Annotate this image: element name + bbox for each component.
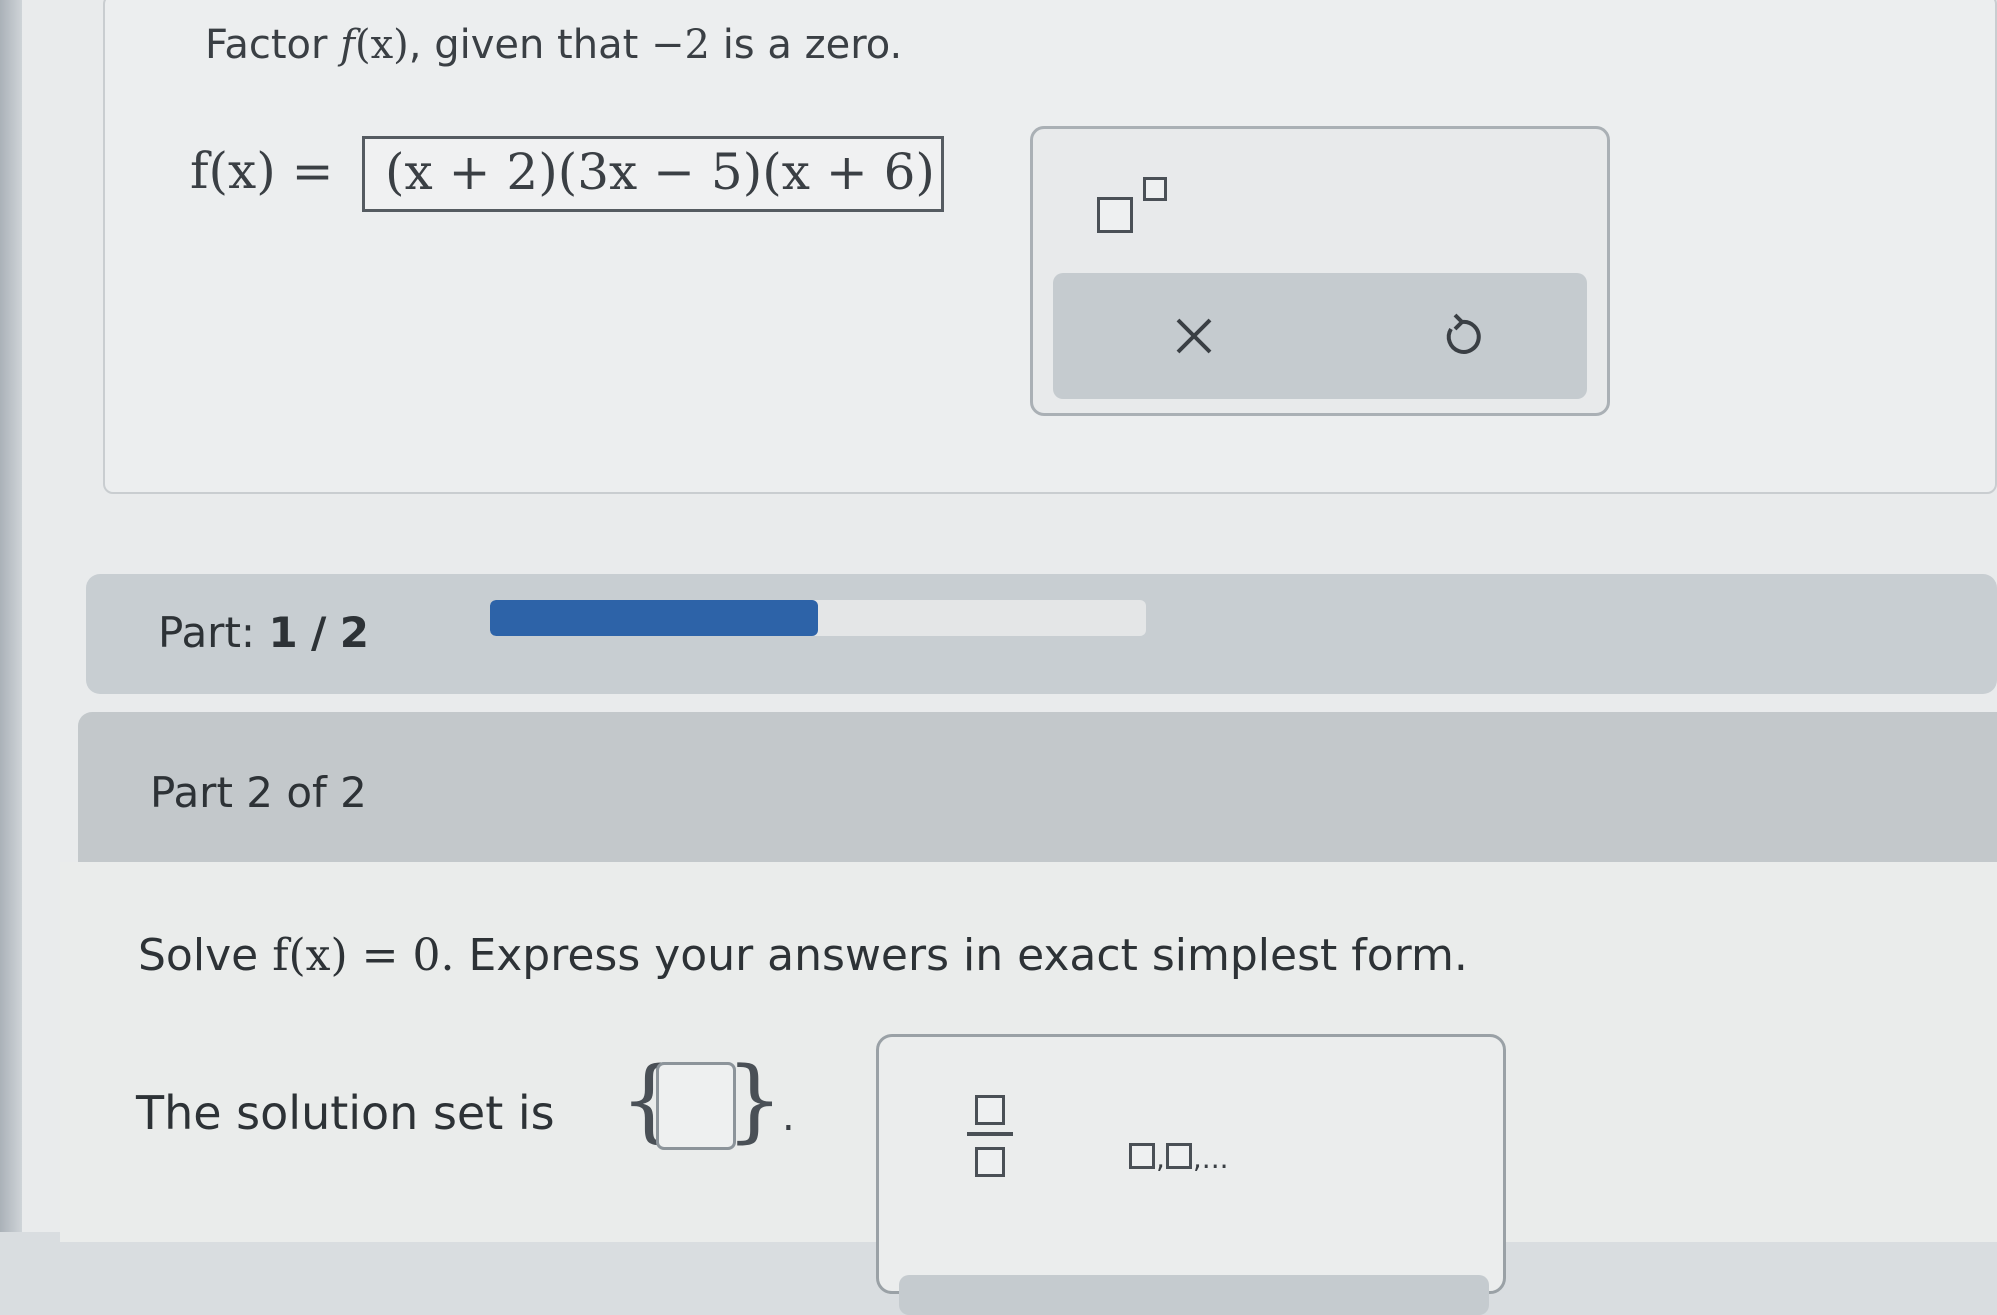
part2-body: Solve f(x) = 0. Express your answers in … <box>60 862 1997 1315</box>
right-brace: } <box>726 1048 784 1153</box>
part-current: 1 <box>268 608 298 657</box>
fraction-bar-icon <box>967 1132 1013 1136</box>
clear-button[interactable] <box>1149 291 1239 381</box>
part-total: 2 <box>339 608 369 657</box>
fx-label: f(x) = <box>190 142 334 200</box>
part-progress-label: Part: 1 / 2 <box>158 608 369 657</box>
part-label-text: Part: <box>158 608 256 657</box>
sentence-period: . <box>782 1094 795 1140</box>
solve-suffix: Express your answers in exact simplest f… <box>468 930 1468 981</box>
part2-header: Part 2 of 2 <box>78 712 1997 862</box>
question-zero: −2 <box>651 22 710 68</box>
solution-set-label: The solution set is <box>136 1086 555 1140</box>
progress-fill <box>490 600 818 636</box>
question-mid: , given that <box>408 22 639 68</box>
part-separator: / <box>311 608 327 657</box>
fraction-denominator-icon <box>975 1147 1005 1177</box>
tool-action-bar <box>1053 273 1587 399</box>
list-item-box-icon <box>1165 1143 1192 1169</box>
question-prefix: Factor <box>205 22 328 68</box>
list-ellipsis: ,... <box>1192 1142 1229 1175</box>
solution-set-input[interactable] <box>656 1062 736 1150</box>
undo-icon <box>1446 313 1481 354</box>
question-function: f <box>340 22 355 68</box>
math-tool-panel-2: , ,... <box>876 1034 1506 1315</box>
list-item-box-icon <box>1129 1143 1155 1169</box>
part2-title: Part 2 of 2 <box>150 768 367 817</box>
fraction-numerator-icon <box>975 1095 1005 1125</box>
progress-track <box>490 600 1146 636</box>
question-argument: (x) <box>354 22 409 68</box>
fraction-template-button[interactable] <box>965 1089 1015 1189</box>
solution-set-braces: { } <box>620 1048 783 1158</box>
factored-answer-input[interactable]: (x + 2)(3x − 5)(x + 6) <box>362 136 944 212</box>
list-comma: , <box>1156 1142 1165 1175</box>
factored-answer-value: (x + 2)(3x − 5)(x + 6) <box>385 143 935 201</box>
exponent-template-button[interactable] <box>1093 175 1173 245</box>
solve-equation: f(x) = 0. <box>272 930 455 981</box>
x-icon <box>1176 318 1212 354</box>
question-suffix: is a zero. <box>722 22 903 68</box>
undo-button[interactable] <box>1417 291 1507 381</box>
solve-instruction: Solve f(x) = 0. Express your answers in … <box>138 930 1468 981</box>
superscript-template-icon <box>1097 197 1133 233</box>
part-progress-strip: Part: 1 / 2 <box>86 574 1997 694</box>
question-text: Factor f(x), given that −2 is a zero. <box>205 22 902 68</box>
tool-action-bar-2 <box>899 1275 1489 1315</box>
list-template-button[interactable]: , ,... <box>1129 1109 1279 1175</box>
solve-prefix: Solve <box>138 930 259 981</box>
math-tool-panel <box>1030 126 1610 416</box>
superscript-exponent-box-icon <box>1143 177 1167 201</box>
screen-bezel <box>0 0 22 1232</box>
